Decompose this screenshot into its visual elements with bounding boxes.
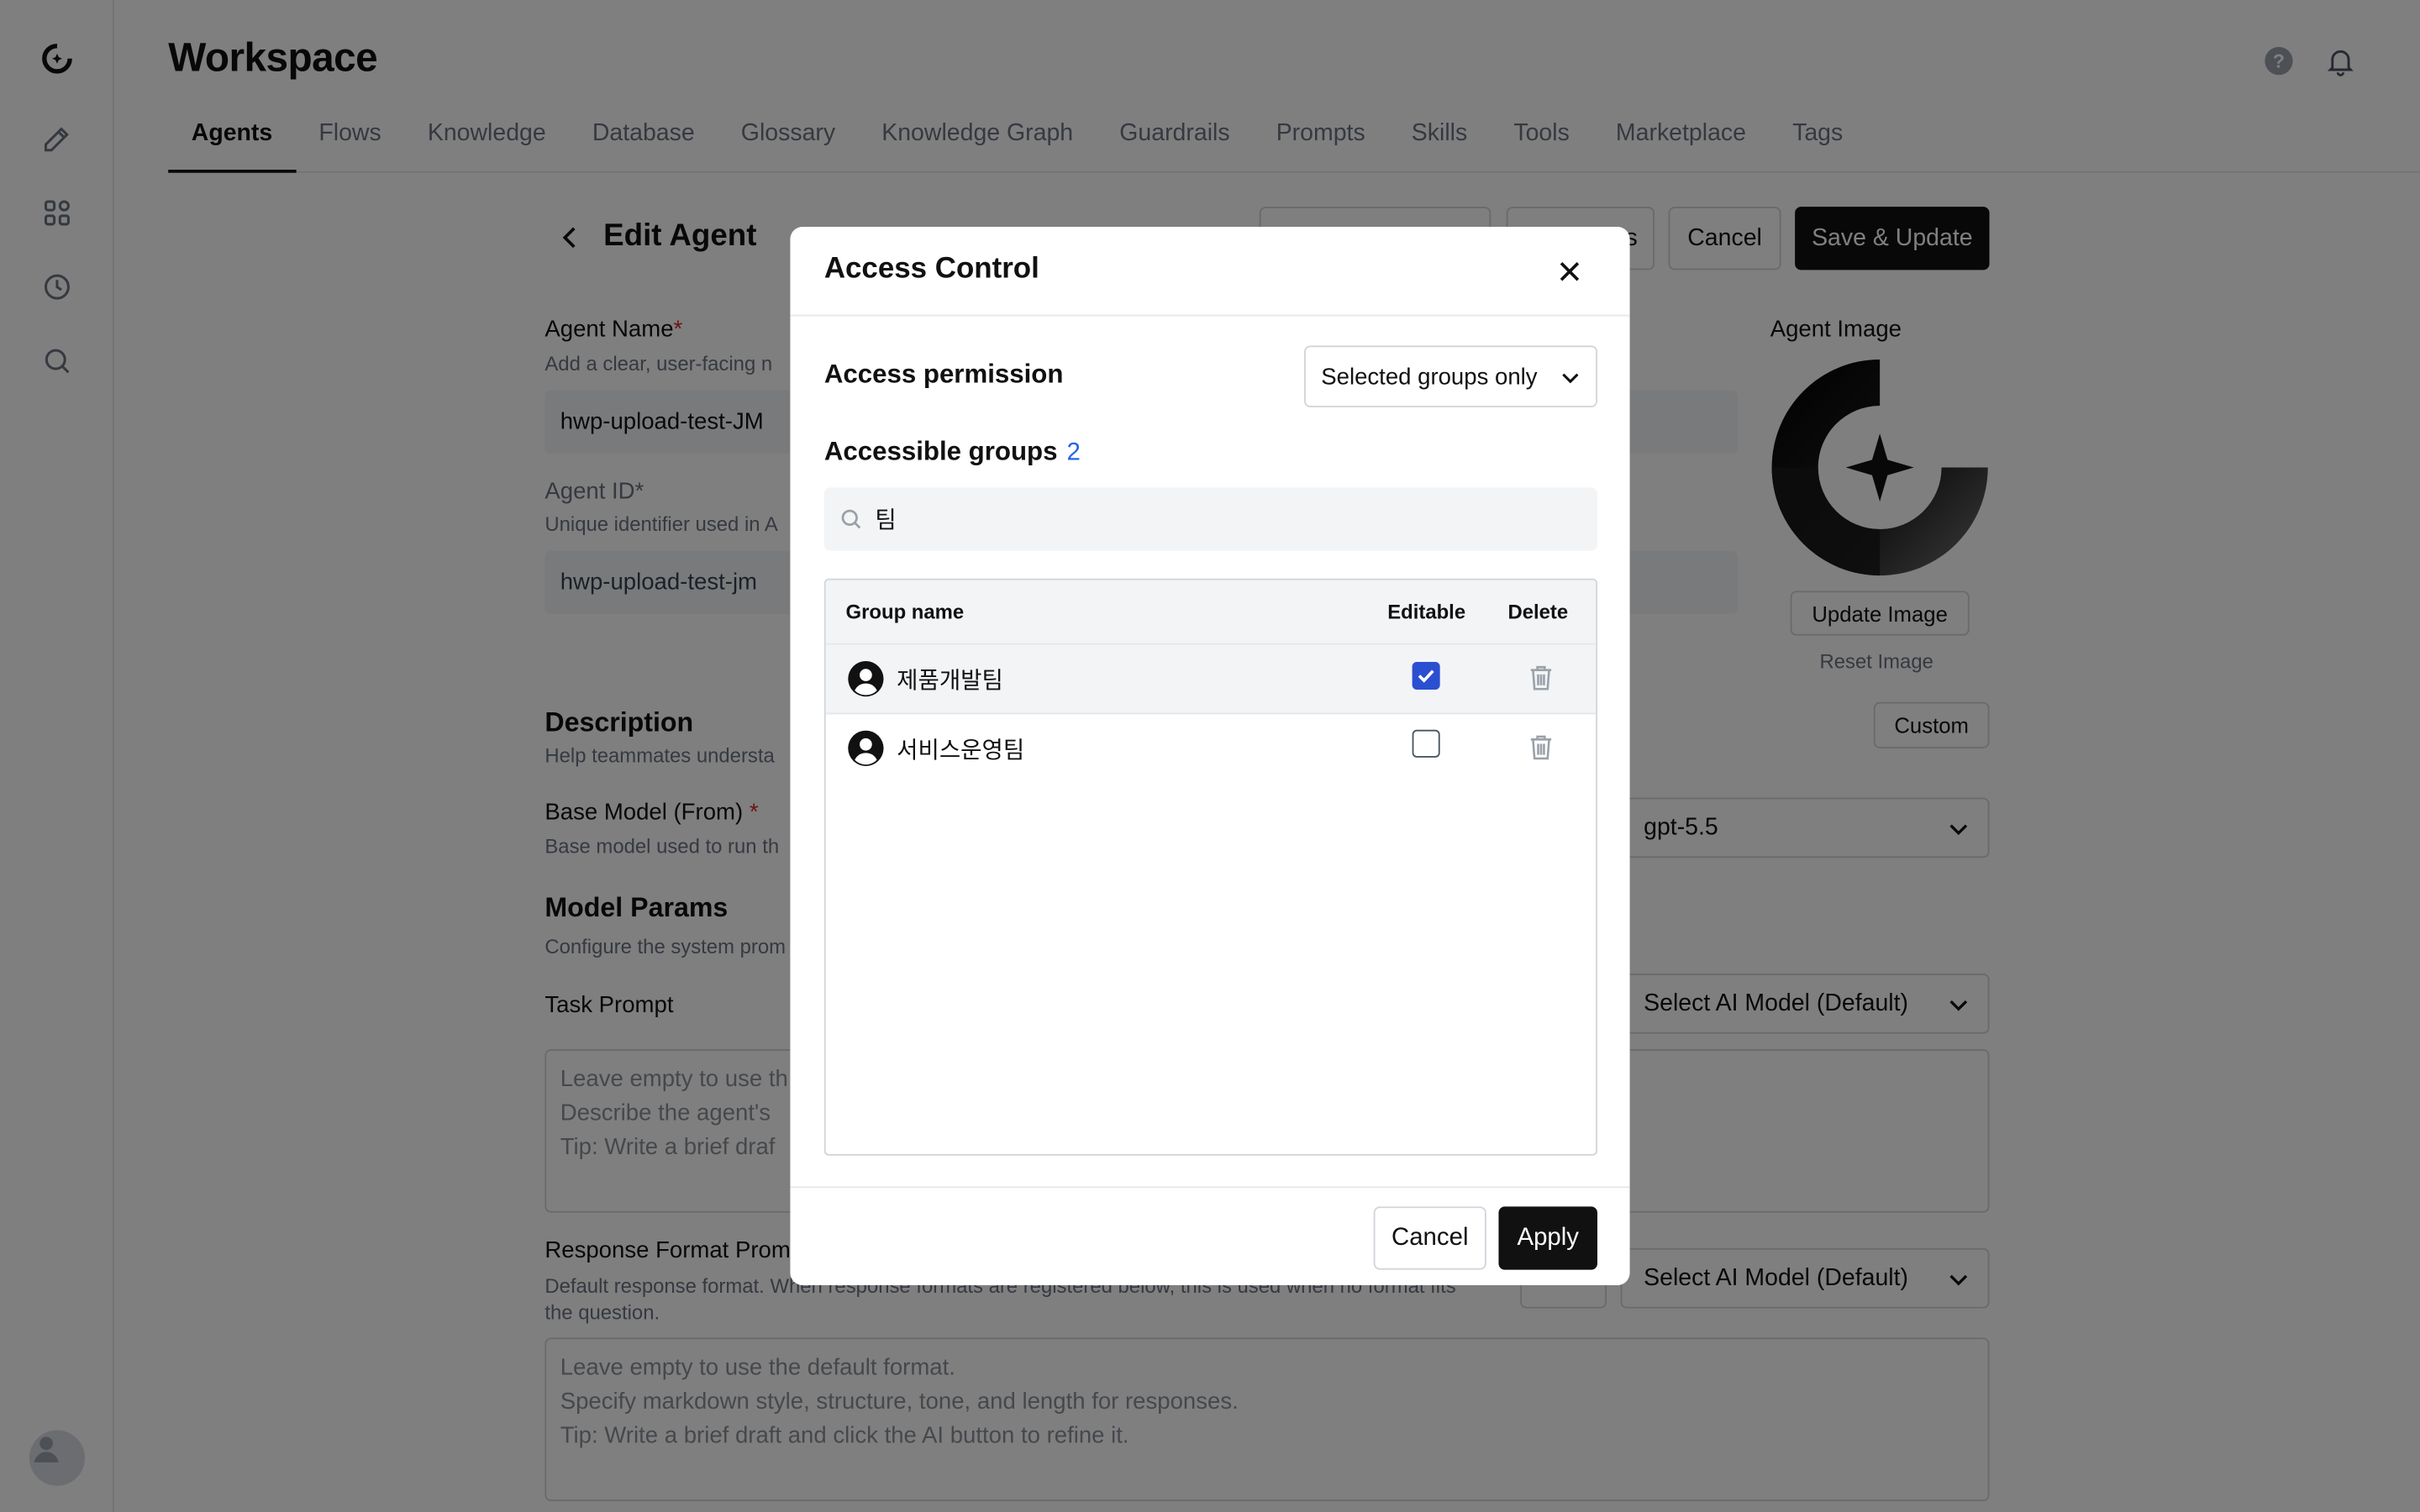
table-header: Group name Editable Delete	[825, 580, 1597, 645]
group-search-input[interactable]	[875, 505, 1555, 533]
accessible-groups-label: Accessible groups 2	[823, 436, 1081, 466]
group-avatar-icon	[847, 660, 884, 697]
col-delete: Delete	[1507, 600, 1569, 624]
access-control-modal: Access Control Access permission Selecte…	[790, 227, 1630, 1285]
group-name: 제품개발팀	[897, 666, 1003, 695]
col-group-name: Group name	[845, 600, 965, 624]
group-name: 서비스운영팀	[897, 736, 1025, 764]
groups-count-badge: 2	[1066, 439, 1081, 466]
access-permission-label: Access permission	[823, 359, 1064, 389]
modal-title: Access Control	[823, 253, 1039, 286]
app-root: Workspace ? Agents Flows Knowledge Datab…	[0, 0, 2420, 1512]
trash-icon[interactable]	[1528, 664, 1555, 695]
editable-checkbox[interactable]	[1412, 729, 1440, 758]
search-icon	[841, 509, 861, 529]
group-avatar-icon	[847, 730, 884, 767]
access-permission-value: Selected groups only	[1321, 363, 1538, 390]
modal-apply-button[interactable]: Apply	[1498, 1206, 1598, 1270]
access-permission-select[interactable]: Selected groups only	[1304, 345, 1598, 407]
trash-icon[interactable]	[1528, 732, 1555, 764]
modal-cancel-button[interactable]: Cancel	[1373, 1206, 1486, 1270]
chevron-down-icon	[1562, 372, 1579, 383]
modal-footer: Cancel Apply	[790, 1186, 1630, 1285]
editable-checkbox[interactable]	[1412, 661, 1440, 690]
modal-header: Access Control	[790, 227, 1630, 317]
group-search-box[interactable]	[823, 487, 1598, 551]
table-row[interactable]: 서비스운영팀	[826, 714, 1597, 784]
col-editable: Editable	[1387, 600, 1466, 624]
groups-table: Group name Editable Delete 제품개발팀 서비스운영팀	[823, 578, 1598, 1156]
close-icon[interactable]	[1551, 253, 1588, 290]
table-row[interactable]: 제품개발팀	[825, 644, 1597, 715]
